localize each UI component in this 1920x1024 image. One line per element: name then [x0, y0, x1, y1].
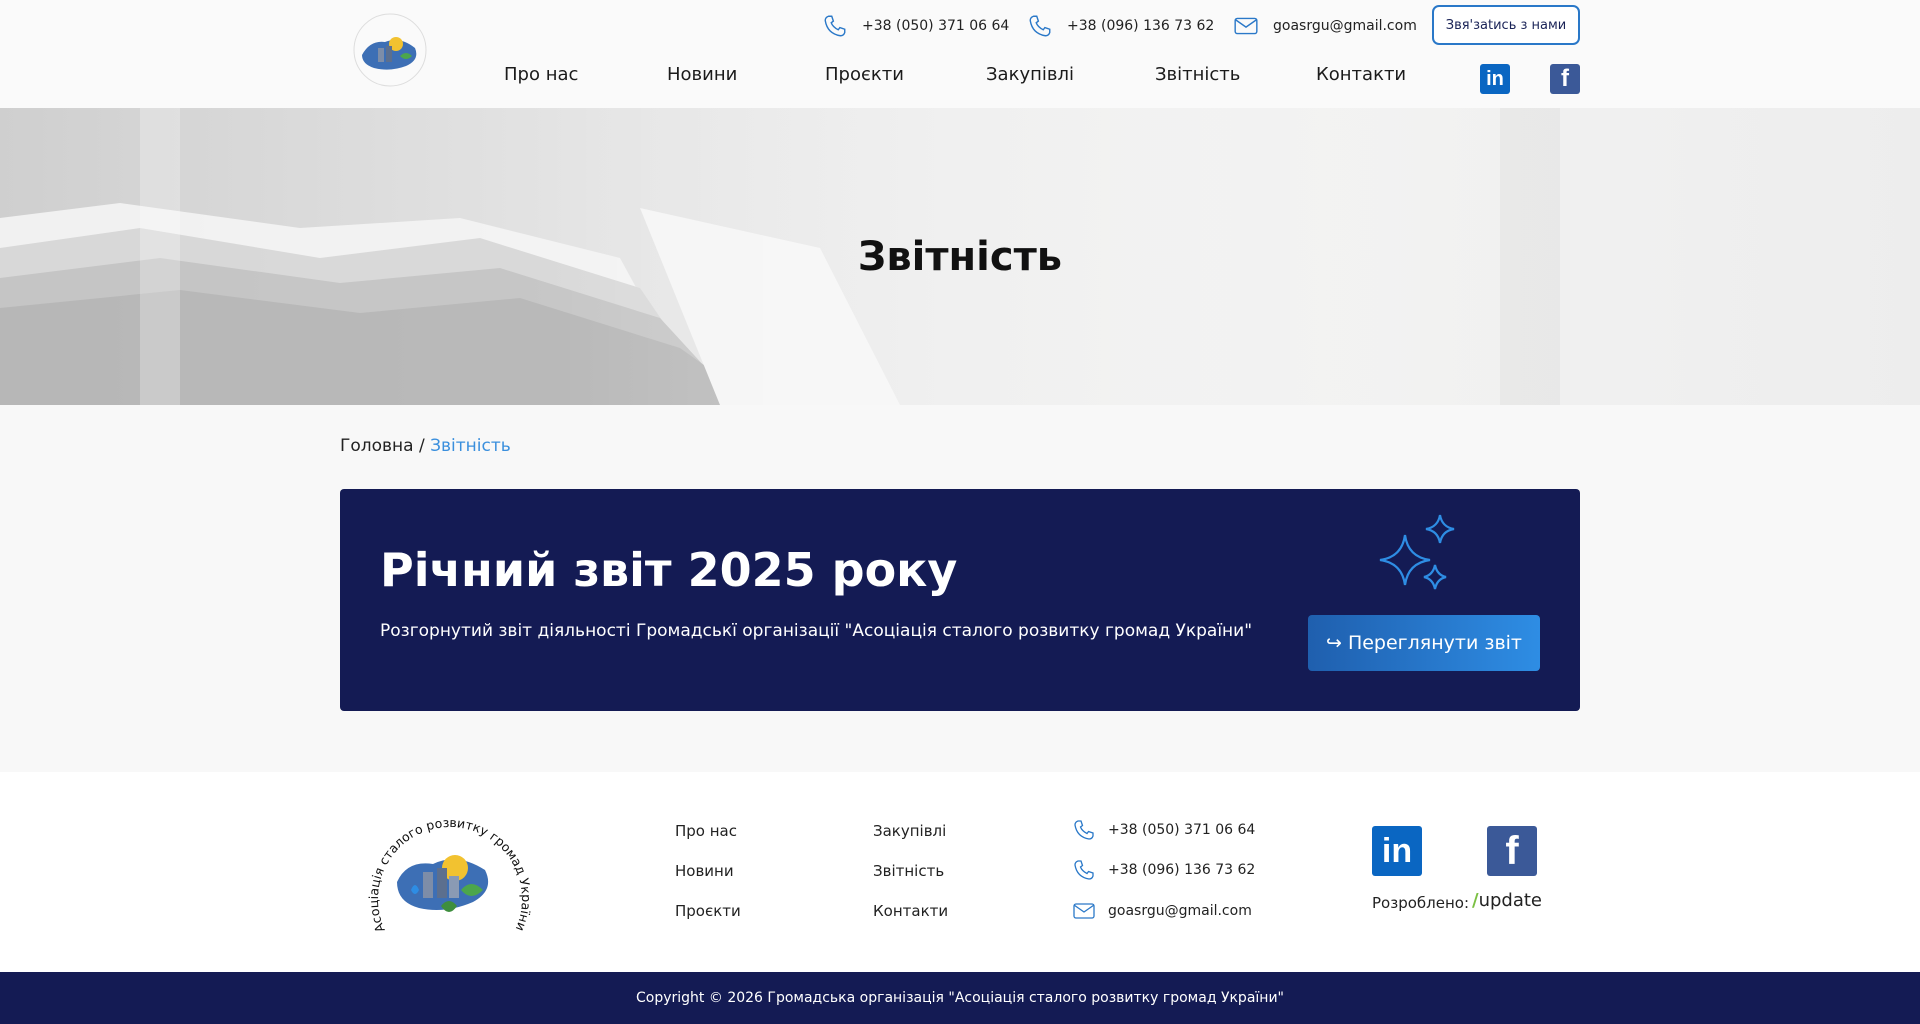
- nav-item-news[interactable]: Новини: [667, 64, 737, 85]
- developer-name: update: [1478, 890, 1542, 911]
- main-nav: Про нас Новини Проєкти Закупівлі Звітніс…: [0, 64, 1920, 94]
- breadcrumb-current: Звітність: [430, 436, 511, 456]
- annual-report-card: Річний звіт 2025 року Розгорнутий звіт д…: [340, 489, 1580, 711]
- nav-item-procurement[interactable]: Закупівлі: [986, 64, 1074, 85]
- header-phone-1[interactable]: +38 (050) 371 06 64: [822, 12, 1009, 40]
- nav-item-contacts[interactable]: Контакти: [1316, 64, 1406, 85]
- phone-icon: [1074, 820, 1094, 840]
- nav-item-reports[interactable]: Звітність: [1155, 64, 1240, 85]
- linkedin-icon[interactable]: in: [1480, 64, 1510, 94]
- developed-by-label: Розроблено:: [1372, 894, 1470, 912]
- footer-link-reports[interactable]: Звітність: [873, 862, 944, 880]
- linkedin-icon[interactable]: in: [1372, 826, 1422, 876]
- nav-item-projects[interactable]: Проєкти: [825, 64, 904, 85]
- contact-us-button[interactable]: Звя'зatись з нами: [1432, 5, 1580, 45]
- mail-icon: [1073, 903, 1095, 919]
- header-phone-2[interactable]: +38 (096) 136 73 62: [1027, 12, 1214, 40]
- header-email[interactable]: goasrgu@gmail.com: [1233, 12, 1417, 40]
- sparkles-icon: [1379, 514, 1455, 590]
- phone-icon: [824, 15, 846, 37]
- header-email-text: goasrgu@gmail.com: [1273, 18, 1417, 34]
- facebook-icon[interactable]: f: [1550, 64, 1580, 94]
- footer-logo-icon[interactable]: Асоціація сталого розвитку громад Україн…: [345, 790, 545, 950]
- footer-link-procurement[interactable]: Закупівлі: [873, 822, 946, 840]
- footer-phone-1-text: +38 (050) 371 06 64: [1108, 822, 1256, 838]
- hero-banner: Звітність: [0, 108, 1920, 405]
- footer-phone-2-text: +38 (096) 136 73 62: [1108, 862, 1256, 878]
- header-phone-2-text: +38 (096) 136 73 62: [1067, 18, 1215, 34]
- footer-link-news[interactable]: Новини: [675, 862, 734, 880]
- breadcrumb-home[interactable]: Головна: [340, 436, 414, 456]
- breadcrumb-separator: /: [419, 436, 425, 456]
- page-title: Звітність: [857, 234, 1063, 280]
- phone-icon: [1074, 860, 1094, 880]
- footer-link-about[interactable]: Про нас: [675, 822, 737, 840]
- header-phone-1-text: +38 (050) 371 06 64: [862, 18, 1010, 34]
- footer-phone-2[interactable]: +38 (096) 136 73 62: [1072, 858, 1255, 882]
- footer-phone-1[interactable]: +38 (050) 371 06 64: [1072, 818, 1255, 842]
- view-report-button[interactable]: ↪ Переглянути звіт: [1308, 615, 1540, 671]
- report-title: Річний звіт 2025 року: [380, 543, 958, 597]
- phone-icon: [1029, 15, 1051, 37]
- copyright-bar: Copyright © 2026 Громадська організація …: [0, 972, 1920, 1024]
- nav-item-about[interactable]: Про нас: [504, 64, 578, 85]
- site-footer: Асоціація сталого розвитку громад Україн…: [0, 772, 1920, 972]
- breadcrumb: Головна / Звітність: [340, 436, 511, 456]
- site-header: +38 (050) 371 06 64 +38 (096) 136 73 62 …: [0, 0, 1920, 108]
- footer-link-contacts[interactable]: Контакти: [873, 902, 948, 920]
- developer-logo[interactable]: /update: [1472, 890, 1542, 911]
- mail-icon: [1234, 17, 1258, 35]
- footer-link-projects[interactable]: Проєкти: [675, 902, 741, 920]
- developer-mark: /: [1472, 890, 1479, 911]
- report-description: Розгорнутий звіт діяльності Громадськї о…: [380, 621, 1253, 641]
- footer-email[interactable]: goasrgu@gmail.com: [1072, 899, 1252, 923]
- facebook-icon[interactable]: f: [1487, 826, 1537, 876]
- footer-email-text: goasrgu@gmail.com: [1108, 903, 1252, 919]
